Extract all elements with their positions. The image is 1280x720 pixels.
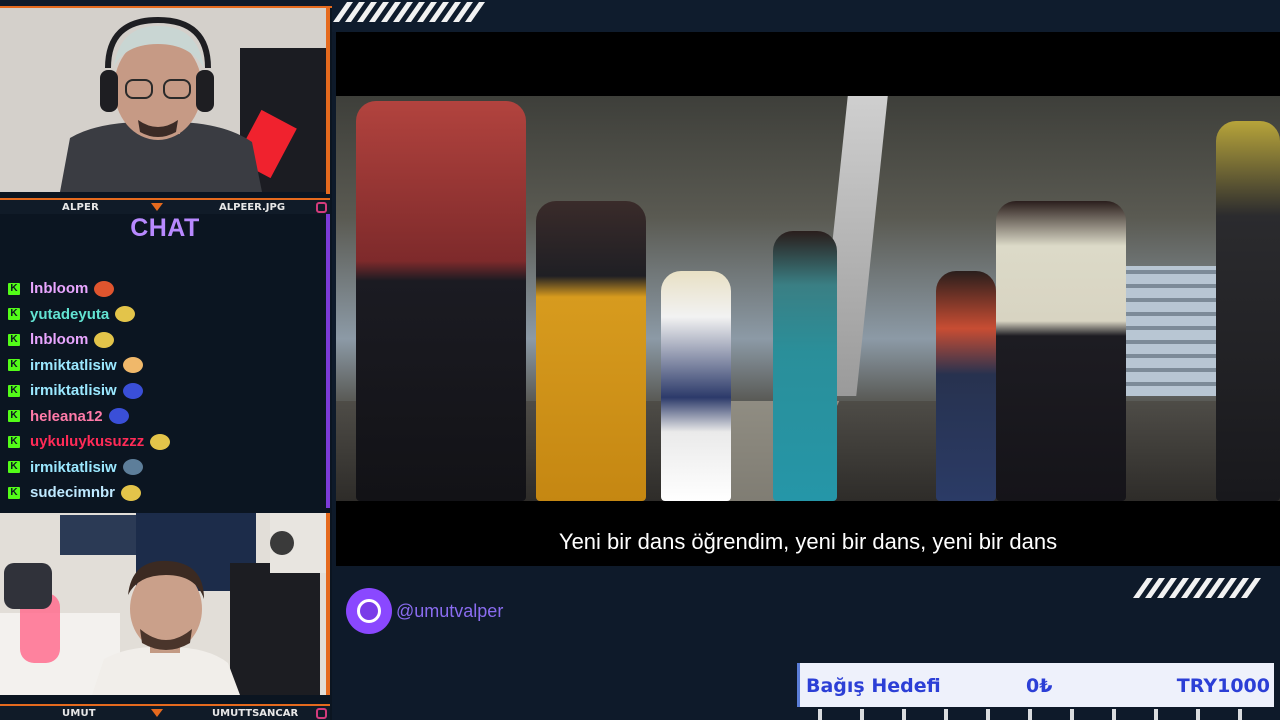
chat-message: Kuykuluykusuzzz	[8, 429, 328, 455]
dancer	[356, 101, 526, 501]
webcam-top-figure	[0, 8, 326, 192]
chat-message: Klnbloom	[8, 327, 328, 353]
kick-badge-icon: K	[8, 359, 20, 372]
streamer-handle-bottom: UMUTTSANCAR	[212, 707, 299, 719]
kick-badge-icon: K	[8, 410, 20, 423]
donation-goal: TRY1000	[1176, 675, 1270, 697]
webcam-top	[0, 8, 326, 192]
chat-username[interactable]: irmiktatlisiw	[30, 382, 117, 399]
emote-icon	[122, 459, 143, 476]
chat-username[interactable]: lnbloom	[30, 280, 88, 297]
video-frame	[336, 96, 1280, 501]
left-panel: ALPER ALPEER.JPG CHAT Klnbloom Kyutadeyut…	[0, 0, 332, 720]
emote-icon	[150, 433, 171, 450]
chat-username[interactable]: yutadeyuta	[30, 306, 109, 323]
chat-message: Kirmiktatlisiw	[8, 378, 328, 404]
top-frame-bar	[0, 0, 332, 8]
video-subtitle: Yeni bir dans öğrendim, yeni bir dans, y…	[558, 529, 1058, 554]
top-strip	[332, 0, 1280, 32]
kick-badge-icon: K	[8, 486, 20, 499]
bottom-cam-side-bar	[326, 513, 330, 695]
kick-badge-icon: K	[8, 308, 20, 321]
streamer-handle-top: ALPEER.JPG	[219, 201, 286, 213]
chat-username[interactable]: irmiktatlisiw	[30, 357, 117, 374]
emote-icon	[94, 331, 115, 348]
instagram-icon	[316, 202, 327, 213]
donation-label: Bağış Hedefi	[806, 675, 941, 697]
chat-message: Kirmiktatlisiw	[8, 455, 328, 481]
kick-badge-icon: K	[8, 435, 20, 448]
stripe-decoration	[332, 2, 486, 22]
social-handle-text: @umutvalper	[396, 600, 504, 621]
social-handle[interactable]: @umutvalper	[346, 588, 503, 634]
webcam-bottom	[0, 513, 326, 695]
chat-message: Kirmiktatlisiw	[8, 353, 328, 379]
chat-username[interactable]: sudecimnbr	[30, 484, 115, 501]
stream-overlay: ALPER ALPEER.JPG CHAT Klnbloom Kyutadeyut…	[0, 0, 1280, 720]
chat-message: Kheleana12	[8, 404, 328, 430]
top-cam-side-bar	[326, 8, 330, 194]
stripe-decoration-right	[1132, 578, 1262, 598]
emote-icon	[115, 306, 136, 323]
bottom-namebar: UMUT UMUTTSANCAR	[0, 704, 330, 720]
chat-username[interactable]: uykuluykusuzzz	[30, 433, 144, 450]
kick-badge-icon: K	[8, 282, 20, 295]
dancer	[996, 201, 1126, 501]
donation-current: 0₺	[1026, 675, 1053, 697]
video-player[interactable]: Yeni bir dans öğrendim, yeni bir dans, y…	[336, 32, 1280, 566]
kick-badge-icon: K	[8, 461, 20, 474]
emote-icon	[122, 382, 143, 399]
kick-badge-icon: K	[8, 333, 20, 346]
globe-icon	[346, 588, 392, 634]
donation-ticks	[818, 709, 1268, 720]
streamer-name-top: ALPER	[62, 201, 99, 213]
dancer	[773, 231, 837, 501]
triangle-icon	[151, 203, 163, 211]
kick-badge-icon: K	[8, 384, 20, 397]
instagram-icon	[316, 708, 327, 719]
emote-icon	[94, 280, 115, 297]
chat-title: CHAT	[130, 214, 200, 242]
emote-icon	[108, 408, 129, 425]
chat-list: Klnbloom Kyutadeyuta Klnbloom Kirmiktatlisi…	[8, 276, 328, 506]
chat-message: Kyutadeyuta	[8, 302, 328, 328]
emote-icon	[122, 357, 143, 374]
chat-username[interactable]: irmiktatlisiw	[30, 459, 117, 476]
streamer-name-bottom: UMUT	[62, 707, 96, 719]
dancer	[936, 271, 996, 501]
emote-icon	[121, 484, 142, 501]
top-namebar: ALPER ALPEER.JPG	[0, 198, 330, 214]
chat-username[interactable]: heleana12	[30, 408, 103, 425]
webcam-bottom-figure	[0, 513, 326, 695]
chat-message: Ksudecimnbr	[8, 480, 328, 506]
dancer	[1216, 121, 1280, 501]
triangle-icon	[151, 709, 163, 717]
chat-message: Klnbloom	[8, 276, 328, 302]
dancer	[661, 271, 731, 501]
donation-goal-bar: Bağış Hedefi 0₺ TRY1000	[797, 663, 1274, 707]
chat-username[interactable]: lnbloom	[30, 331, 88, 348]
dancer	[536, 201, 646, 501]
